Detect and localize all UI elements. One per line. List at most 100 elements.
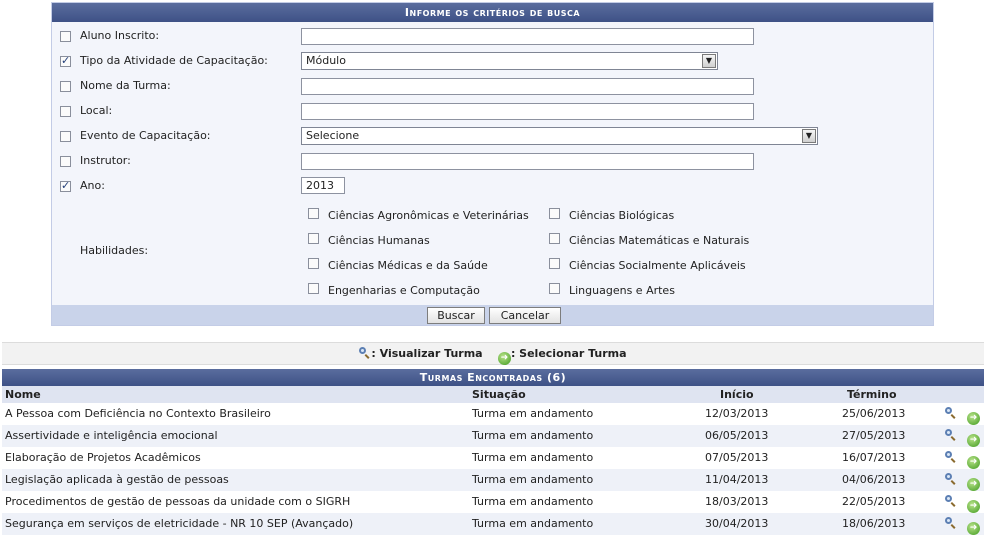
table-row: A Pessoa com Deficiência no Contexto Bra… <box>2 403 984 425</box>
checkbox-ano[interactable] <box>60 179 71 192</box>
label-nome-turma: Nome da Turma: <box>80 79 171 92</box>
cell-situacao: Turma em andamento <box>472 429 594 442</box>
habilidade-label: Ciências Agronômicas e Veterinárias <box>328 209 529 222</box>
table-header: Nome Situação Início Término <box>2 386 984 403</box>
table-row: Procedimentos de gestão de pessoas da un… <box>2 491 984 513</box>
checkbox-habilidade[interactable] <box>308 283 319 294</box>
chevron-down-icon[interactable]: ▼ <box>702 54 716 68</box>
search-button-bar: Buscar Cancelar <box>52 305 933 325</box>
select-evento-value: Selecione <box>306 129 360 142</box>
cell-nome: A Pessoa com Deficiência no Contexto Bra… <box>5 407 271 420</box>
cell-situacao: Turma em andamento <box>472 495 594 508</box>
view-class-icon[interactable] <box>945 407 957 419</box>
select-class-icon[interactable]: ➜ <box>967 522 980 535</box>
label-aluno-inscrito: Aluno Inscrito: <box>80 29 160 42</box>
cell-termino: 27/05/2013 <box>842 429 906 442</box>
checkbox-habilidade[interactable] <box>308 258 319 269</box>
arrow-right-icon: ➜ <box>497 352 511 365</box>
cell-termino: 22/05/2013 <box>842 495 906 508</box>
input-nome-turma[interactable] <box>301 78 754 95</box>
results-title: Turmas Encontradas (6) <box>2 369 984 386</box>
cell-situacao: Turma em andamento <box>472 407 594 420</box>
checkbox-habilidade[interactable] <box>308 208 319 219</box>
field-row-tipo-atividade: Tipo da Atividade de Capacitação: Módulo… <box>52 51 933 73</box>
view-class-icon[interactable] <box>945 429 957 441</box>
cell-situacao: Turma em andamento <box>472 451 594 464</box>
table-row: Legislação aplicada à gestão de pessoas … <box>2 469 984 491</box>
select-class-icon[interactable]: ➜ <box>967 434 980 447</box>
checkbox-habilidade[interactable] <box>308 233 319 244</box>
select-class-icon[interactable]: ➜ <box>967 500 980 513</box>
checkbox-habilidade[interactable] <box>549 233 560 244</box>
cell-termino: 04/06/2013 <box>842 473 906 486</box>
table-row: Assertividade e inteligência emocional T… <box>2 425 984 447</box>
select-tipo-atividade[interactable]: Módulo ▼ <box>301 52 718 70</box>
select-class-icon[interactable]: ➜ <box>967 412 980 425</box>
view-class-icon[interactable] <box>945 473 957 485</box>
cancelar-button[interactable]: Cancelar <box>489 307 561 324</box>
chevron-down-icon[interactable]: ▼ <box>802 129 816 143</box>
table-row: Segurança em serviços de eletricidade - … <box>2 513 984 535</box>
cell-inicio: 11/04/2013 <box>705 473 769 486</box>
cell-nome: Assertividade e inteligência emocional <box>5 429 218 442</box>
label-habilidades: Habilidades: <box>80 244 149 257</box>
label-evento: Evento de Capacitação: <box>80 129 211 142</box>
column-nome: Nome <box>5 388 41 401</box>
view-class-icon[interactable] <box>945 495 957 507</box>
column-inicio: Início <box>720 388 754 401</box>
field-row-nome-turma: Nome da Turma: <box>52 76 933 98</box>
actions-legend: : Visualizar Turma ➜: Selecionar Turma <box>2 342 984 365</box>
checkbox-tipo-atividade[interactable] <box>60 54 71 67</box>
cell-nome: Legislação aplicada à gestão de pessoas <box>5 473 229 486</box>
results-table: Turmas Encontradas (6) Nome Situação Iní… <box>2 369 984 535</box>
legend-view-label: : Visualizar Turma <box>371 347 483 360</box>
input-ano[interactable]: 2013 <box>301 177 345 194</box>
magnifier-icon <box>359 347 371 359</box>
column-situacao: Situação <box>472 388 526 401</box>
checkbox-local[interactable] <box>60 106 71 117</box>
cell-inicio: 12/03/2013 <box>705 407 769 420</box>
checkbox-evento[interactable] <box>60 131 71 142</box>
field-row-evento: Evento de Capacitação: Selecione ▼ <box>52 126 933 148</box>
checkbox-instrutor[interactable] <box>60 156 71 167</box>
cell-nome: Elaboração de Projetos Acadêmicos <box>5 451 201 464</box>
label-ano: Ano: <box>80 179 105 192</box>
select-tipo-atividade-value: Módulo <box>306 54 346 67</box>
cell-termino: 25/06/2013 <box>842 407 906 420</box>
cell-termino: 16/07/2013 <box>842 451 906 464</box>
habilidade-label: Ciências Socialmente Aplicáveis <box>569 259 746 272</box>
view-class-icon[interactable] <box>945 451 957 463</box>
view-class-icon[interactable] <box>945 517 957 529</box>
checkbox-aluno-inscrito[interactable] <box>60 31 71 42</box>
input-instrutor[interactable] <box>301 153 754 170</box>
select-class-icon[interactable]: ➜ <box>967 456 980 469</box>
input-local[interactable] <box>301 103 754 120</box>
cell-situacao: Turma em andamento <box>472 473 594 486</box>
label-instrutor: Instrutor: <box>80 154 131 167</box>
habilidade-label: Linguagens e Artes <box>569 284 675 297</box>
checkbox-habilidade[interactable] <box>549 208 560 219</box>
search-form: Informe os critérios de busca Aluno Insc… <box>51 2 934 326</box>
cell-situacao: Turma em andamento <box>472 517 594 530</box>
select-evento[interactable]: Selecione ▼ <box>301 127 818 145</box>
field-row-local: Local: <box>52 101 933 123</box>
habilidade-label: Ciências Médicas e da Saúde <box>328 259 488 272</box>
select-class-icon[interactable]: ➜ <box>967 478 980 491</box>
cell-inicio: 06/05/2013 <box>705 429 769 442</box>
cell-nome: Segurança em serviços de eletricidade - … <box>5 517 354 530</box>
input-aluno-inscrito[interactable] <box>301 28 754 45</box>
search-form-title: Informe os critérios de busca <box>52 3 933 22</box>
label-local: Local: <box>80 104 113 117</box>
field-row-ano: Ano: 2013 <box>52 176 933 198</box>
cell-nome: Procedimentos de gestão de pessoas da un… <box>5 495 351 508</box>
habilidade-label: Ciências Matemáticas e Naturais <box>569 234 750 247</box>
checkbox-habilidade[interactable] <box>549 283 560 294</box>
checkbox-nome-turma[interactable] <box>60 81 71 92</box>
field-row-instrutor: Instrutor: <box>52 151 933 173</box>
habilidade-label: Ciências Biológicas <box>569 209 675 222</box>
label-tipo-atividade: Tipo da Atividade de Capacitação: <box>80 54 268 67</box>
legend-select-label: : Selecionar Turma <box>510 347 627 360</box>
buscar-button[interactable]: Buscar <box>427 307 485 324</box>
field-row-aluno-inscrito: Aluno Inscrito: <box>52 26 933 48</box>
checkbox-habilidade[interactable] <box>549 258 560 269</box>
